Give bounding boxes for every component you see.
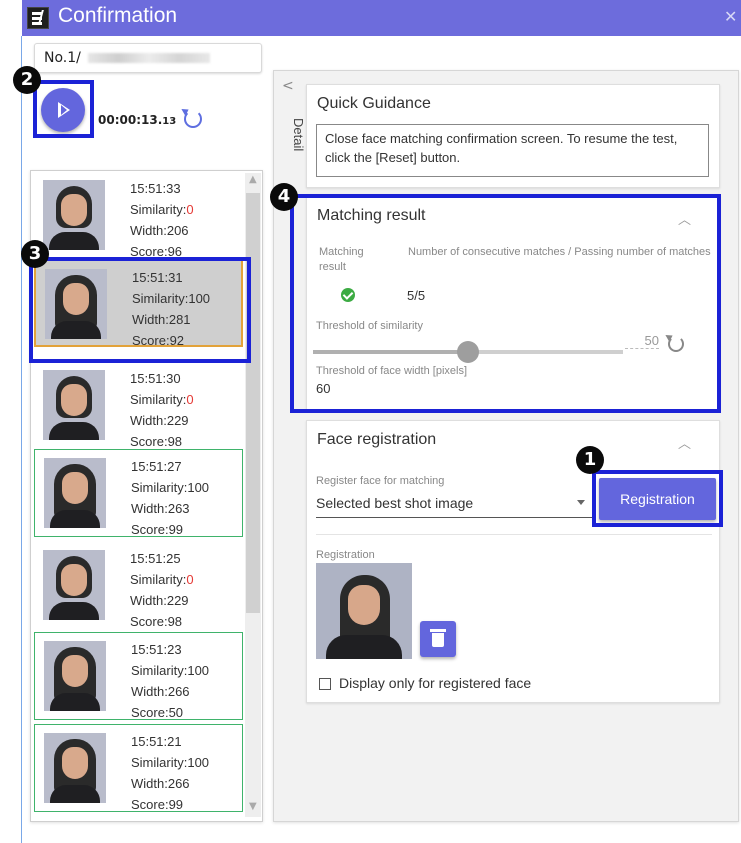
register-face-select-underline <box>316 517 592 518</box>
face-registration-title: Face registration <box>317 431 437 448</box>
item-score: Score:50 <box>131 705 184 720</box>
item-time: 15:51:33 <box>130 181 181 196</box>
item-details: 15:51:25 Similarity:0 Width:229 Score:98 <box>130 548 194 632</box>
scroll-up-icon[interactable]: ▲ <box>249 174 257 185</box>
item-similarity: Similarity:100 <box>131 752 209 773</box>
camera-number-label: No.1/ <box>44 50 81 66</box>
register-face-label: Register face for matching <box>316 475 445 487</box>
playback-time-fraction: 13 <box>162 116 177 127</box>
face-thumbnail <box>44 641 106 711</box>
highlight-registration <box>592 470 723 527</box>
item-similarity-value: 0 <box>186 572 194 587</box>
item-similarity: Similarity:0 <box>130 389 194 410</box>
quick-guidance-text: Close face matching confirmation screen.… <box>316 124 709 177</box>
registered-only-label: Display only for registered face <box>339 675 532 691</box>
item-similarity-value: 100 <box>187 480 210 495</box>
app-logo-icon <box>27 7 49 29</box>
item-similarity-value: 100 <box>187 755 210 770</box>
playback-time-main: 00:00:13. <box>98 113 163 127</box>
item-time: 15:51:23 <box>131 642 182 657</box>
item-time: 15:51:25 <box>130 551 181 566</box>
item-width: Width:206 <box>130 223 189 238</box>
quick-guidance-title: Quick Guidance <box>317 95 431 112</box>
item-similarity-label: Similarity: <box>131 480 188 495</box>
list-item[interactable]: 15:51:30 Similarity:0 Width:229 Score:98 <box>34 362 243 450</box>
item-details: 15:51:27 Similarity:100 Width:263 Score:99 <box>131 456 209 540</box>
registered-only-checkbox[interactable] <box>319 678 331 690</box>
detail-tab[interactable]: Detail <box>291 118 306 151</box>
list-item[interactable]: 15:51:27 Similarity:100 Width:263 Score:99 <box>34 449 243 537</box>
item-similarity-label: Similarity: <box>130 572 187 587</box>
highlight-selected-item <box>29 257 251 363</box>
item-width: Width:266 <box>131 776 190 791</box>
collapse-registration-icon[interactable]: ︿ <box>678 433 691 452</box>
item-time: 15:51:21 <box>131 734 182 749</box>
camera-number-field[interactable]: No.1/ <box>34 43 262 73</box>
item-time: 15:51:27 <box>131 459 182 474</box>
item-width: Width:266 <box>131 684 190 699</box>
callout-3: 3 <box>21 240 49 268</box>
item-similarity: Similarity:0 <box>130 569 194 590</box>
register-face-select[interactable]: Selected best shot image <box>316 495 473 511</box>
face-thumbnail <box>44 458 106 528</box>
callout-2: 2 <box>13 66 41 94</box>
item-similarity: Similarity:0 <box>130 199 194 220</box>
playback-time: 00:00:13.13 <box>98 113 176 127</box>
face-thumbnail <box>44 733 106 803</box>
item-score: Score:99 <box>131 797 184 812</box>
trash-icon[interactable] <box>420 621 456 657</box>
window-left-border <box>21 36 22 843</box>
face-thumbnail <box>43 180 105 250</box>
item-similarity-value: 0 <box>186 392 194 407</box>
window-title: Confirmation <box>58 4 178 27</box>
collapse-panel-icon[interactable]: < <box>282 78 294 94</box>
highlight-matching-result <box>290 194 721 413</box>
item-details: 15:51:21 Similarity:100 Width:266 Score:99 <box>131 731 209 815</box>
item-similarity: Similarity:100 <box>131 660 209 681</box>
item-score: Score:99 <box>131 522 184 537</box>
registration-image-label: Registration <box>316 549 375 561</box>
item-time: 15:51:30 <box>130 371 181 386</box>
reset-icon[interactable] <box>184 110 202 128</box>
list-item[interactable]: 15:51:33 Similarity:0 Width:206 Score:96 <box>34 172 243 260</box>
callout-1: 1 <box>576 446 604 474</box>
list-scrollbar-thumb[interactable] <box>246 193 260 613</box>
list-item[interactable]: 15:51:21 Similarity:100 Width:266 Score:99 <box>34 724 243 812</box>
chevron-down-icon[interactable] <box>577 500 585 505</box>
list-item[interactable]: 15:51:23 Similarity:100 Width:266 Score:50 <box>34 632 243 720</box>
camera-name-redacted <box>88 53 210 63</box>
item-similarity-value: 100 <box>187 663 210 678</box>
item-width: Width:229 <box>130 593 189 608</box>
item-similarity: Similarity:100 <box>131 477 209 498</box>
face-thumbnail <box>43 370 105 440</box>
face-thumbnail <box>43 550 105 620</box>
list-item[interactable]: 15:51:25 Similarity:0 Width:229 Score:98 <box>34 542 243 630</box>
item-similarity-label: Similarity: <box>130 392 187 407</box>
close-icon[interactable]: ✕ <box>724 7 737 26</box>
item-width: Width:229 <box>130 413 189 428</box>
item-details: 15:51:23 Similarity:100 Width:266 Score:50 <box>131 639 209 723</box>
item-similarity-label: Similarity: <box>131 755 188 770</box>
scroll-down-icon[interactable]: ▼ <box>249 801 257 812</box>
item-similarity-value: 0 <box>186 202 194 217</box>
registered-face-image <box>316 563 412 659</box>
item-width: Width:263 <box>131 501 190 516</box>
item-details: 15:51:33 Similarity:0 Width:206 Score:96 <box>130 178 194 262</box>
callout-4: 4 <box>270 183 298 211</box>
item-score: Score:98 <box>130 614 183 629</box>
registration-divider <box>316 534 712 535</box>
item-similarity-label: Similarity: <box>130 202 187 217</box>
item-similarity-label: Similarity: <box>131 663 188 678</box>
item-details: 15:51:30 Similarity:0 Width:229 Score:98 <box>130 368 194 452</box>
